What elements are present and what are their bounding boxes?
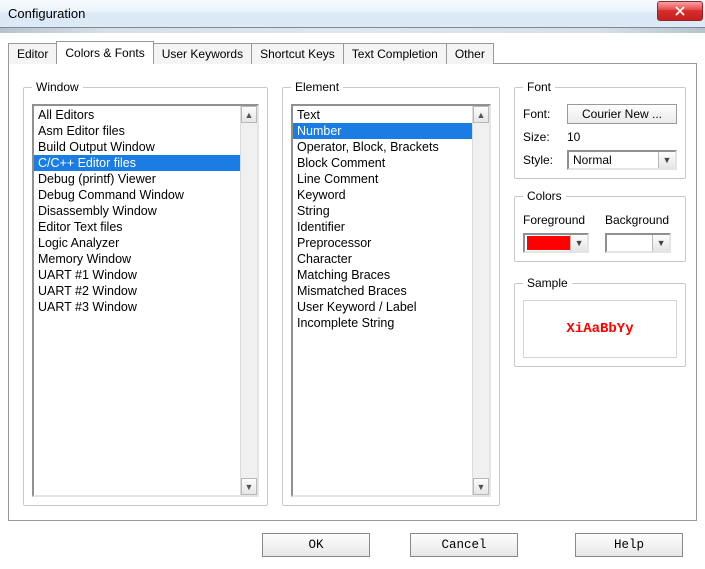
- tab-page-colors-fonts: Window All EditorsAsm Editor filesBuild …: [8, 63, 697, 521]
- window-listbox[interactable]: All EditorsAsm Editor filesBuild Output …: [32, 104, 259, 497]
- size-value: 10: [567, 130, 677, 144]
- foreground-color-picker[interactable]: ▼: [523, 233, 589, 253]
- title-bar: Configuration: [0, 0, 705, 28]
- window-list-scrollbar[interactable]: ▲ ▼: [240, 106, 257, 495]
- list-item[interactable]: Mismatched Braces: [293, 283, 472, 299]
- tab-text-completion[interactable]: Text Completion: [343, 43, 447, 64]
- list-item[interactable]: Logic Analyzer: [34, 235, 240, 251]
- window-title: Configuration: [0, 6, 85, 21]
- chevron-down-icon[interactable]: ▼: [652, 235, 669, 251]
- list-item[interactable]: C/C++ Editor files: [34, 155, 240, 171]
- list-item[interactable]: Preprocessor: [293, 235, 472, 251]
- scroll-up-icon[interactable]: ▲: [241, 106, 257, 123]
- client-area: EditorColors & FontsUser KeywordsShortcu…: [0, 33, 705, 569]
- tab-user-keywords[interactable]: User Keywords: [153, 43, 252, 64]
- size-label: Size:: [523, 130, 561, 144]
- chevron-down-icon[interactable]: ▼: [658, 152, 675, 168]
- element-listbox[interactable]: TextNumberOperator, Block, BracketsBlock…: [291, 104, 491, 497]
- group-font: Font Font: Courier New ... Size: 10 Styl…: [514, 80, 686, 179]
- list-item[interactable]: Number: [293, 123, 472, 139]
- group-element: Element TextNumberOperator, Block, Brack…: [282, 80, 500, 506]
- tab-strip: EditorColors & FontsUser KeywordsShortcu…: [8, 41, 697, 63]
- background-swatch: [609, 236, 652, 250]
- tab-editor[interactable]: Editor: [8, 43, 57, 64]
- group-sample-legend: Sample: [523, 276, 572, 290]
- group-colors: Colors Foreground Background ▼ ▼: [514, 189, 686, 262]
- scroll-up-icon[interactable]: ▲: [473, 106, 489, 123]
- list-item[interactable]: Block Comment: [293, 155, 472, 171]
- font-name-button[interactable]: Courier New ...: [567, 104, 677, 124]
- chevron-down-icon[interactable]: ▼: [570, 235, 587, 251]
- list-item[interactable]: Character: [293, 251, 472, 267]
- button-bar: OK Cancel Help: [8, 521, 697, 569]
- close-icon: [675, 6, 685, 16]
- list-item[interactable]: Identifier: [293, 219, 472, 235]
- group-window-legend: Window: [32, 80, 83, 94]
- list-item[interactable]: Disassembly Window: [34, 203, 240, 219]
- scroll-down-icon[interactable]: ▼: [473, 478, 489, 495]
- column-window: Window All EditorsAsm Editor filesBuild …: [23, 80, 268, 506]
- list-item[interactable]: Debug (printf) Viewer: [34, 171, 240, 187]
- foreground-swatch: [527, 236, 570, 250]
- column-element: Element TextNumberOperator, Block, Brack…: [282, 80, 500, 506]
- style-value: Normal: [569, 153, 612, 167]
- list-item[interactable]: String: [293, 203, 472, 219]
- list-item[interactable]: Operator, Block, Brackets: [293, 139, 472, 155]
- style-label: Style:: [523, 153, 561, 167]
- scroll-down-icon[interactable]: ▼: [241, 478, 257, 495]
- list-item[interactable]: User Keyword / Label: [293, 299, 472, 315]
- group-sample: Sample XiAaBbYy: [514, 276, 686, 367]
- column-right: Font Font: Courier New ... Size: 10 Styl…: [514, 80, 686, 506]
- style-combo[interactable]: Normal ▼: [567, 150, 677, 170]
- background-color-picker[interactable]: ▼: [605, 233, 671, 253]
- scroll-track[interactable]: [473, 123, 489, 478]
- list-item[interactable]: UART #1 Window: [34, 267, 240, 283]
- tab-other[interactable]: Other: [446, 43, 494, 64]
- group-window: Window All EditorsAsm Editor filesBuild …: [23, 80, 268, 506]
- scroll-track[interactable]: [241, 123, 257, 478]
- sample-text: XiAaBbYy: [566, 321, 633, 337]
- list-item[interactable]: UART #2 Window: [34, 283, 240, 299]
- background-label: Background: [605, 213, 677, 227]
- tab-colors-fonts[interactable]: Colors & Fonts: [56, 41, 153, 64]
- list-item[interactable]: Keyword: [293, 187, 472, 203]
- element-list-scrollbar[interactable]: ▲ ▼: [472, 106, 489, 495]
- cancel-button[interactable]: Cancel: [410, 533, 518, 557]
- close-button[interactable]: [657, 1, 703, 21]
- help-button[interactable]: Help: [575, 533, 683, 557]
- list-item[interactable]: Build Output Window: [34, 139, 240, 155]
- foreground-label: Foreground: [523, 213, 595, 227]
- sample-preview: XiAaBbYy: [523, 300, 677, 358]
- list-item[interactable]: Asm Editor files: [34, 123, 240, 139]
- list-item[interactable]: Debug Command Window: [34, 187, 240, 203]
- group-element-legend: Element: [291, 80, 343, 94]
- list-item[interactable]: Line Comment: [293, 171, 472, 187]
- group-font-legend: Font: [523, 80, 555, 94]
- content-row: Window All EditorsAsm Editor filesBuild …: [23, 80, 682, 506]
- list-item[interactable]: Editor Text files: [34, 219, 240, 235]
- list-item[interactable]: Incomplete String: [293, 315, 472, 331]
- list-item[interactable]: Text: [293, 107, 472, 123]
- font-label: Font:: [523, 107, 561, 121]
- group-colors-legend: Colors: [523, 189, 566, 203]
- list-item[interactable]: All Editors: [34, 107, 240, 123]
- list-item[interactable]: Memory Window: [34, 251, 240, 267]
- list-item[interactable]: Matching Braces: [293, 267, 472, 283]
- list-item[interactable]: UART #3 Window: [34, 299, 240, 315]
- ok-button[interactable]: OK: [262, 533, 370, 557]
- tab-shortcut-keys[interactable]: Shortcut Keys: [251, 43, 344, 64]
